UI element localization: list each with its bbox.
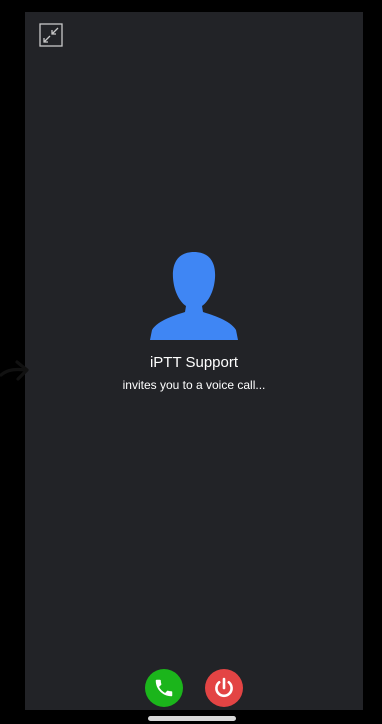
right-border <box>363 0 382 724</box>
avatar <box>150 248 238 340</box>
call-status-text: invites you to a voice call... <box>122 378 266 392</box>
decline-call-button[interactable] <box>205 669 243 707</box>
arrow-annotation-icon <box>0 360 29 381</box>
minimize-icon <box>39 23 63 47</box>
person-icon <box>150 252 238 340</box>
phone-icon <box>155 679 173 697</box>
top-border <box>25 0 363 12</box>
power-icon <box>215 677 233 698</box>
voice-call-screen: iPTT Support invites you to a voice call… <box>25 12 363 710</box>
accept-call-button[interactable] <box>145 669 183 707</box>
minimize-button[interactable] <box>39 23 63 47</box>
home-gesture-bar[interactable] <box>148 716 236 721</box>
caller-name: iPTT Support <box>149 354 239 371</box>
